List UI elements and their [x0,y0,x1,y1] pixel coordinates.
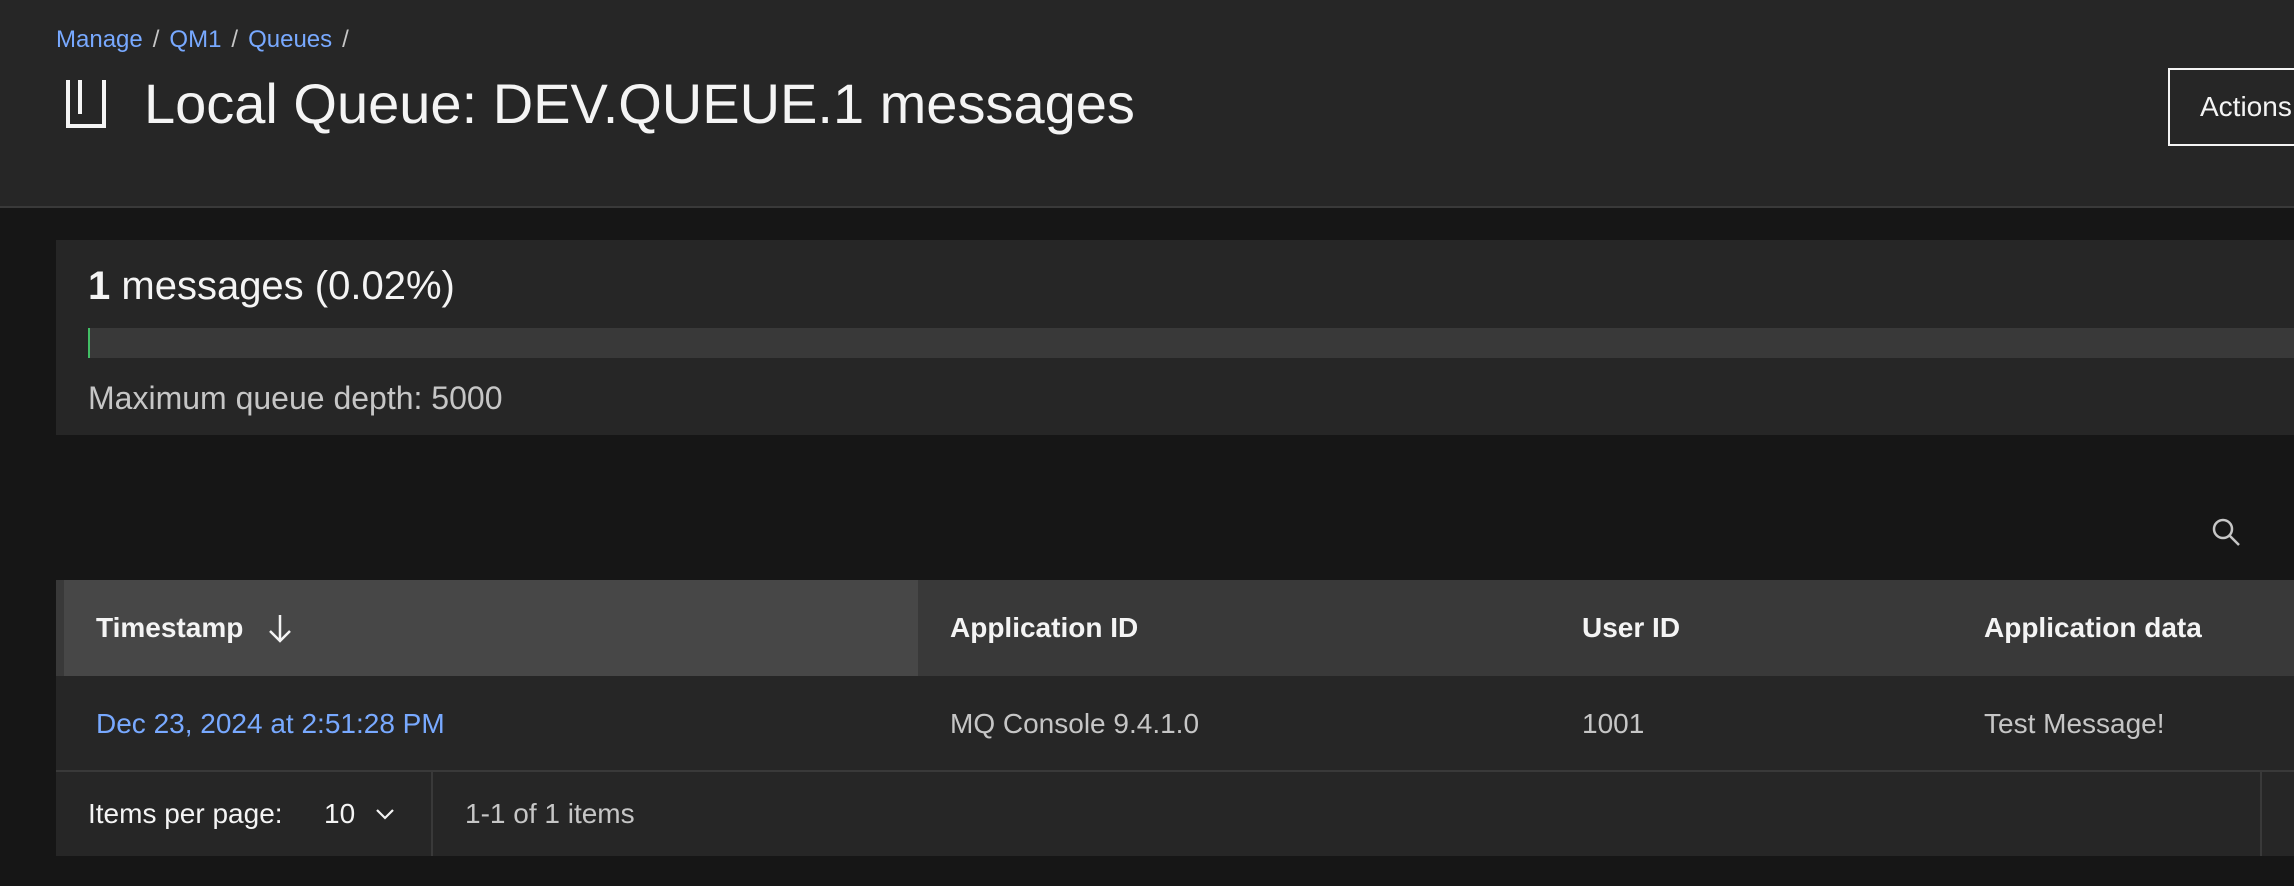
items-per-page-label: Items per page: [88,798,283,829]
column-header-timestamp[interactable]: Timestamp [56,580,918,676]
items-range: 1-1 of 1 items [465,798,635,829]
queue-depth-bar-fill [88,328,90,358]
column-header-user-id[interactable]: User ID [1582,580,1680,676]
application-data-cell: Test Message! [1984,708,2165,739]
chevron-down-icon [376,809,394,820]
message-count-suffix: messages (0.02%) [121,264,455,308]
message-count: 1 messages (0.02%) [88,260,455,312]
pagination: Items per page: 10 1-1 of 1 items [56,772,2294,856]
search-button[interactable] [2200,506,2252,558]
max-queue-depth: Maximum queue depth: 5000 [88,380,503,416]
title-row: Local Queue: DEV.QUEUE.1 messages [62,70,1135,138]
column-header-application-data[interactable]: Application data [1984,580,2202,676]
application-id-cell: MQ Console 9.4.1.0 [950,708,1200,739]
messages-table: Timestamp Application ID User ID Applica… [56,580,2294,856]
breadcrumb-qm1[interactable]: QM1 [169,24,221,56]
user-id-cell: 1001 [1582,708,1645,739]
breadcrumb-separator: / [231,26,239,53]
column-header-label: Timestamp [96,612,244,643]
breadcrumb-separator: / [342,26,349,53]
breadcrumb: Manage / QM1 / Queues / [56,24,359,56]
message-timestamp-link[interactable]: Dec 23, 2024 at 2:51:28 PM [96,676,445,772]
page-header: Manage / QM1 / Queues / Local Queue: DEV… [0,0,2294,208]
search-icon [2212,518,2240,546]
page-size-select[interactable]: 10 [324,772,397,856]
breadcrumb-manage[interactable]: Manage [56,24,143,56]
queue-icon [66,80,106,128]
table-row: Dec 23, 2024 at 2:51:28 PM MQ Console 9.… [56,676,2294,772]
table-header: Timestamp Application ID User ID Applica… [56,580,2294,676]
message-count-number: 1 [88,264,111,308]
divider [431,772,433,856]
arrow-down-icon [269,615,292,643]
queue-depth-panel: 1 messages (0.02%) Maximum queue depth: … [56,240,2294,435]
divider [2260,772,2262,856]
actions-button[interactable]: Actions [2168,68,2294,146]
page-size-value: 10 [324,798,356,829]
breadcrumb-queues[interactable]: Queues [248,24,332,56]
column-header-application-id[interactable]: Application ID [950,580,1138,676]
queue-depth-bar [88,328,2294,358]
breadcrumb-separator: / [152,26,160,53]
page-title: Local Queue: DEV.QUEUE.1 messages [144,72,1135,135]
